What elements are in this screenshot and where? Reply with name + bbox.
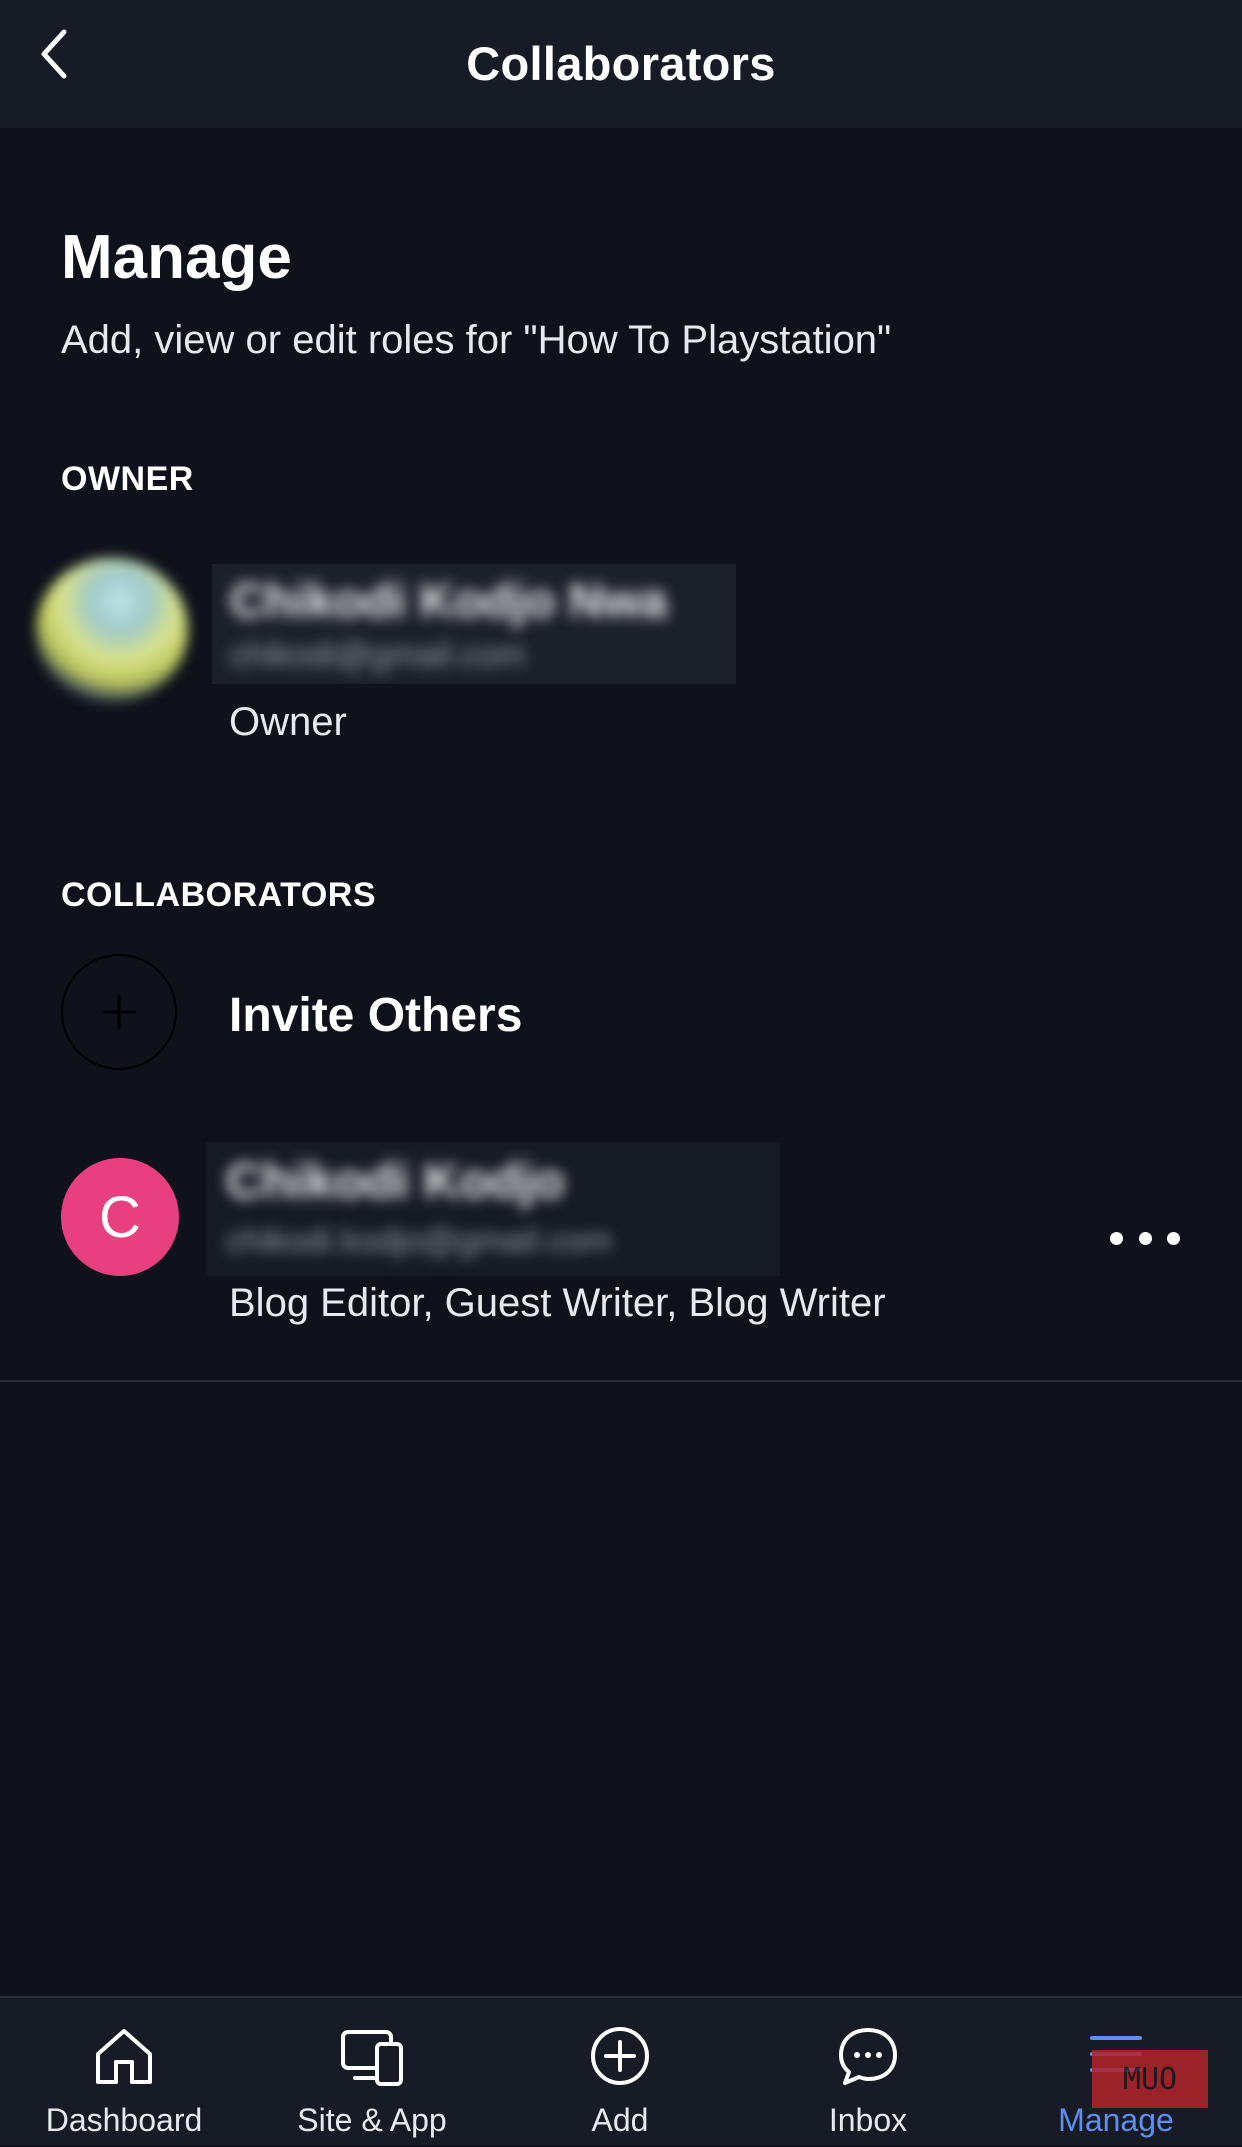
tab-label: Add — [591, 2102, 649, 2138]
owner-section-label: OWNER — [61, 460, 194, 498]
manage-heading: Manage — [61, 223, 292, 292]
collaborators-section-label: COLLABORATORS — [61, 876, 377, 914]
more-options-button[interactable] — [1110, 1220, 1180, 1256]
more-dots-icon — [1110, 1231, 1123, 1245]
chat-bubble-icon — [839, 2028, 897, 2085]
tab-label: Inbox — [828, 2102, 908, 2138]
collaborator-roles: Blog Editor, Guest Writer, Blog Writer — [229, 1281, 886, 1325]
devices-icon — [341, 2030, 403, 2086]
owner-info-blurred: Chikodi Kodjo Nwa chikodi@gmail.com — [212, 564, 736, 684]
tab-inbox[interactable]: Inbox — [744, 1998, 992, 2147]
plus-icon — [102, 995, 136, 1029]
tab-site-and-app[interactable]: Site & App — [248, 1998, 496, 2147]
tab-dashboard[interactable]: Dashboard — [0, 1998, 248, 2147]
invite-others-label[interactable]: Invite Others — [229, 988, 522, 1043]
home-icon — [96, 2029, 152, 2084]
owner-name: Chikodi Kodjo Nwa — [230, 575, 668, 628]
divider — [0, 1380, 1242, 1382]
invite-others-button[interactable] — [61, 954, 177, 1070]
plus-circle-icon — [591, 2027, 649, 2085]
avatar: C — [61, 1158, 179, 1276]
manage-subtitle: Add, view or edit roles for "How To Play… — [61, 318, 892, 362]
collaborator-name: Chikodi Kodjo — [226, 1153, 565, 1209]
owner-email: chikodi@gmail.com — [230, 636, 526, 674]
owner-role: Owner — [229, 700, 347, 744]
page-title: Collaborators — [466, 37, 776, 90]
top-nav-bar: Collaborators — [0, 0, 1242, 128]
collaborator-info-blurred: Chikodi Kodjo chikodi.kodjo@gmail.com — [206, 1142, 780, 1276]
watermark-logo: MUO — [1092, 2050, 1208, 2108]
tab-add[interactable]: Add — [496, 1998, 744, 2147]
bottom-tab-bar: Dashboard Site & App Add Inbox Manage — [0, 1996, 1242, 2145]
tab-label: Site & App — [297, 2102, 447, 2138]
collaborator-email: chikodi.kodjo@gmail.com — [226, 1222, 613, 1260]
owner-avatar — [36, 558, 188, 702]
tab-label: Dashboard — [45, 2102, 203, 2138]
